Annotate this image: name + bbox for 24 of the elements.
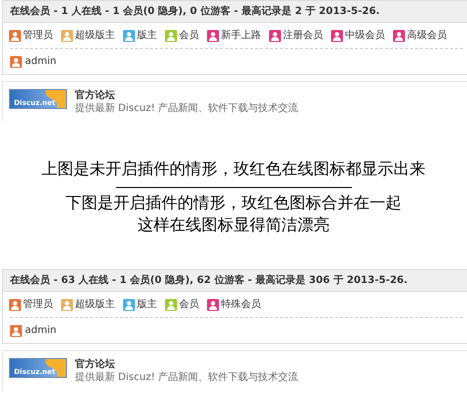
- legend-label: 超级版主: [75, 298, 115, 312]
- user-link[interactable]: admin: [10, 54, 56, 69]
- forum-description: 提供最新 Discuz! 产品新闻、软件下载与技术交流: [75, 371, 298, 384]
- forum-title[interactable]: 官方论坛: [75, 89, 298, 102]
- legend-label: 会员: [179, 298, 199, 312]
- legend-label: 版主: [137, 298, 157, 312]
- legend-label: 特殊会员: [221, 298, 261, 312]
- legend-label: 超级版主: [75, 28, 115, 43]
- legend-label: 注册会员: [283, 28, 323, 43]
- forum-description: 提供最新 Discuz! 产品新闻、软件下载与技术交流: [75, 102, 298, 115]
- legend-label: 中级会员: [345, 28, 385, 43]
- legend-label: 新手上路: [221, 28, 261, 43]
- caption-text: 下图是开启插件的情形，玫红色图标合并在一起: [66, 192, 402, 214]
- panel-header: 在线会员 - 63 人在线 - 1 会员(0 隐身), 62 位游客 - 最高记录是 306 于 2013-5-26.: [3, 270, 467, 292]
- user-link[interactable]: admin: [10, 323, 56, 338]
- legend-label: 管理员: [23, 298, 53, 312]
- caption-text: 这样在线图标显得简洁漂亮: [138, 214, 330, 236]
- legend-label: 管理员: [23, 29, 53, 43]
- legend-label: 版主: [137, 28, 157, 43]
- caption-text: 上图是未开启插件的情形，玫红色在线图标都显示出来: [42, 158, 426, 180]
- legend-label: 高级会员: [407, 28, 447, 43]
- legend-label: 会员: [179, 29, 199, 43]
- panel-header: 在线会员 - 1 人在线 - 1 会员(0 隐身), 0 位游客 - 最高记录是 2 于 2013-5-26.: [3, 1, 467, 23]
- forum-title[interactable]: 官方论坛: [75, 358, 298, 371]
